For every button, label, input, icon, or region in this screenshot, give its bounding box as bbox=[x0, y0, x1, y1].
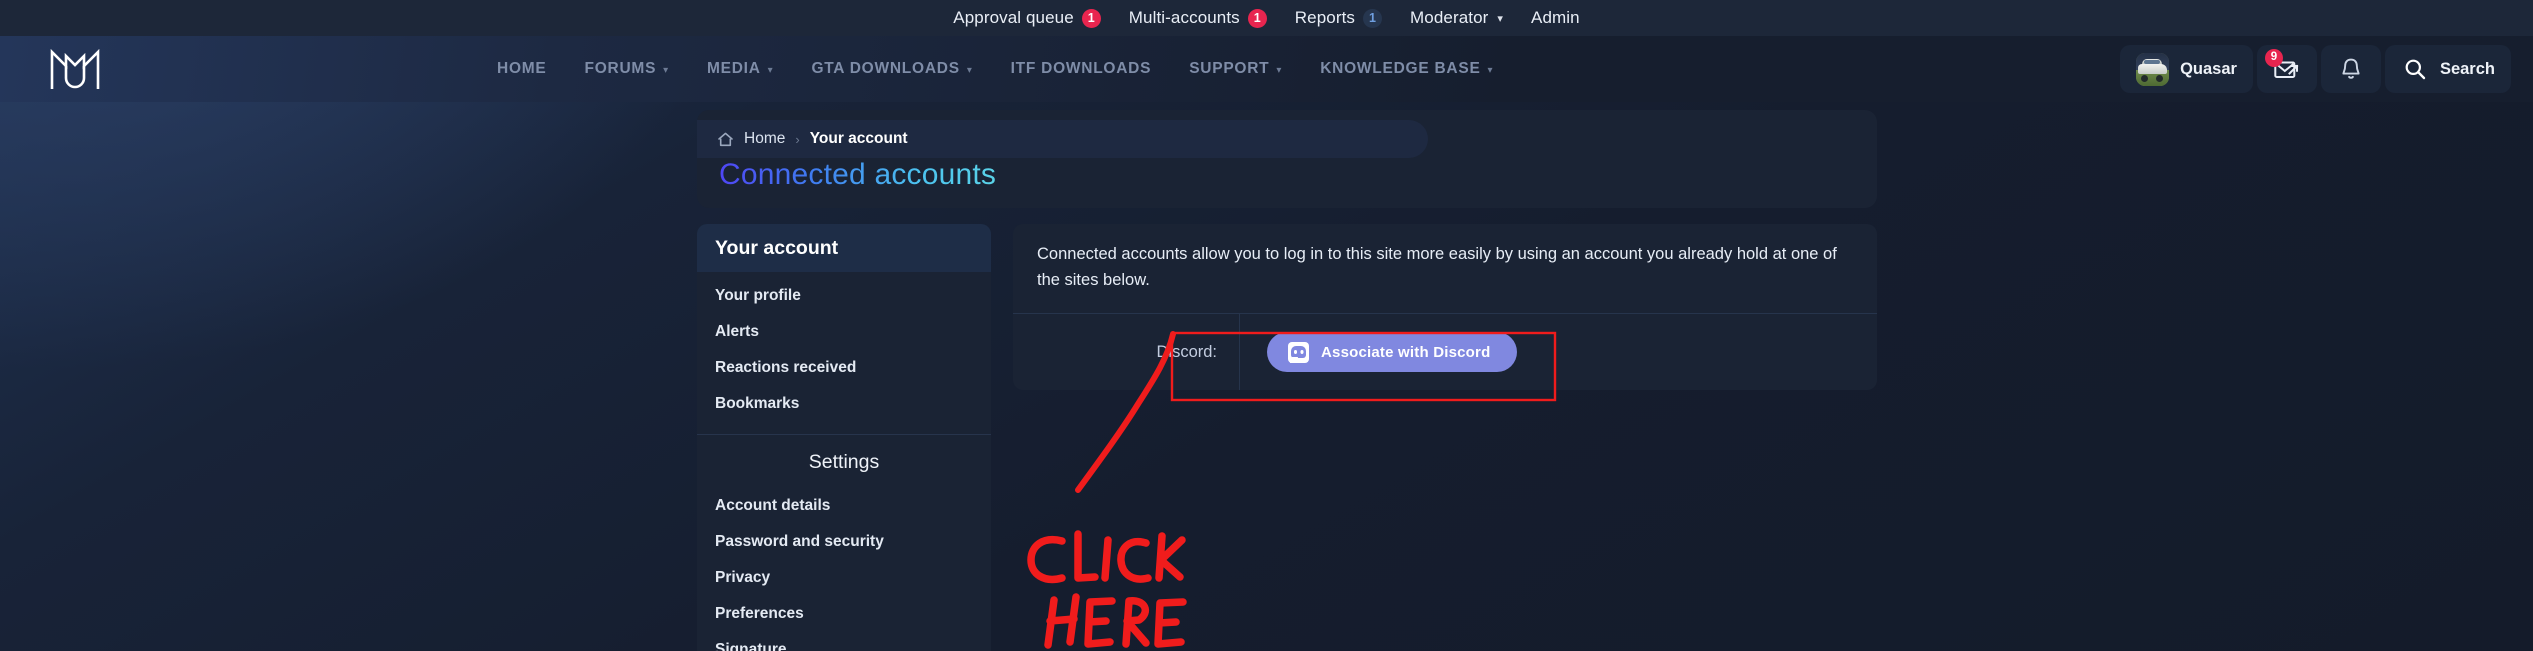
nav-item-media[interactable]: MEDIA ▾ bbox=[688, 60, 792, 78]
sidebar-item-account-details[interactable]: Account details bbox=[697, 488, 991, 524]
search-button[interactable]: Search bbox=[2384, 45, 2511, 93]
nav-item-gta-downloads[interactable]: GTA DOWNLOADS ▾ bbox=[792, 60, 991, 78]
page-root: Approval queue 1 Multi-accounts 1 Report… bbox=[0, 0, 2533, 651]
mu-monogram-icon bbox=[50, 48, 100, 89]
page-title: Connected accounts bbox=[719, 158, 997, 191]
reports-badge: 1 bbox=[1363, 8, 1383, 28]
home-icon[interactable] bbox=[717, 131, 734, 148]
chevron-down-icon: ▾ bbox=[966, 64, 973, 76]
nav-label: ITF DOWNLOADS bbox=[1010, 60, 1152, 77]
site-header: HOME FORUMS ▾ MEDIA ▾ GTA DOWNLOADS ▾ IT… bbox=[0, 36, 2533, 102]
content-columns: Your account Your profile Alerts Reactio… bbox=[697, 224, 1877, 651]
nav-item-home[interactable]: HOME bbox=[478, 60, 566, 78]
nav-item-forums[interactable]: FORUMS ▾ bbox=[566, 60, 688, 78]
topbar-label: Reports bbox=[1294, 8, 1356, 27]
sidebar-item-privacy[interactable]: Privacy bbox=[697, 560, 991, 596]
chevron-down-icon: ▾ bbox=[1276, 64, 1283, 76]
nav-label: KNOWLEDGE BASE bbox=[1320, 60, 1481, 77]
inbox-badge: 9 bbox=[2264, 49, 2283, 67]
sidebar-item-reactions-received[interactable]: Reactions received bbox=[697, 350, 991, 386]
page-header-card: Home › Your account Connected accounts bbox=[697, 110, 1877, 208]
chevron-down-icon: ▾ bbox=[663, 64, 669, 76]
moderation-topbar: Approval queue 1 Multi-accounts 1 Report… bbox=[0, 0, 2533, 36]
multi-accounts-badge: 1 bbox=[1247, 8, 1267, 28]
bell-icon bbox=[2337, 55, 2365, 83]
topbar-item-admin[interactable]: Admin bbox=[1531, 8, 1580, 28]
sidebar-section-title-settings: Settings bbox=[808, 451, 880, 473]
nav-item-knowledge-base[interactable]: KNOWLEDGE BASE ▾ bbox=[1301, 60, 1512, 78]
connected-accounts-panel: Connected accounts allow you to log in t… bbox=[1013, 224, 1877, 391]
envelope-icon: 9 bbox=[2264, 49, 2301, 83]
topbar-label: Admin bbox=[1531, 8, 1580, 27]
nav-item-support[interactable]: SUPPORT ▾ bbox=[1170, 60, 1301, 78]
topbar-label: Multi-accounts bbox=[1128, 8, 1240, 27]
panel-intro-text: Connected accounts allow you to log in t… bbox=[1037, 245, 1837, 289]
account-menu-button[interactable]: Quasar bbox=[2120, 45, 2253, 93]
breadcrumb-current: Your account bbox=[809, 130, 908, 147]
nav-label: HOME bbox=[497, 60, 547, 77]
sidebar-item-signature[interactable]: Signature bbox=[697, 632, 991, 651]
provider-label-discord: Discord: bbox=[1156, 342, 1217, 361]
site-logo[interactable] bbox=[44, 45, 106, 93]
search-label: Search bbox=[2439, 59, 2495, 78]
nav-label: MEDIA bbox=[706, 60, 761, 77]
discord-icon bbox=[1288, 341, 1309, 363]
chevron-down-icon: ▾ bbox=[1497, 12, 1504, 25]
breadcrumb: Home › Your account bbox=[697, 120, 1428, 158]
search-icon bbox=[2401, 55, 2429, 83]
inbox-button[interactable]: 9 bbox=[2256, 45, 2317, 93]
content-wrapper: Home › Your account Connected accounts Y… bbox=[697, 110, 1877, 651]
chevron-down-icon: ▾ bbox=[767, 64, 774, 76]
associate-button-label: Associate with Discord bbox=[1321, 343, 1491, 361]
topbar-label: Moderator bbox=[1410, 8, 1489, 27]
topbar-item-reports[interactable]: Reports 1 bbox=[1294, 8, 1383, 28]
sidebar-item-preferences[interactable]: Preferences bbox=[697, 596, 991, 632]
sidebar-header: Your account bbox=[697, 224, 991, 272]
account-sidebar: Your account Your profile Alerts Reactio… bbox=[697, 224, 991, 651]
sidebar-item-alerts[interactable]: Alerts bbox=[697, 314, 991, 350]
provider-action-cell: Associate with Discord bbox=[1240, 332, 1518, 373]
topbar-item-moderator[interactable]: Moderator ▾ bbox=[1410, 8, 1503, 28]
breadcrumb-separator: › bbox=[795, 131, 800, 147]
topbar-item-approval-queue[interactable]: Approval queue 1 bbox=[953, 8, 1101, 28]
nav-label: FORUMS bbox=[584, 60, 657, 77]
breadcrumb-home-link[interactable]: Home bbox=[744, 130, 785, 148]
sidebar-item-your-profile[interactable]: Your profile bbox=[697, 278, 991, 314]
sidebar-item-password-and-security[interactable]: Password and security bbox=[697, 524, 991, 560]
nav-label: SUPPORT bbox=[1189, 60, 1270, 77]
chevron-down-icon: ▾ bbox=[1487, 64, 1494, 76]
avatar bbox=[2136, 52, 2170, 86]
sidebar-item-bookmarks[interactable]: Bookmarks bbox=[697, 386, 991, 422]
username-label: Quasar bbox=[2180, 59, 2237, 78]
alerts-button[interactable] bbox=[2320, 45, 2381, 93]
topbar-item-multi-accounts[interactable]: Multi-accounts 1 bbox=[1129, 8, 1267, 28]
provider-row-discord: Discord: Associate with Discord bbox=[1013, 314, 1877, 391]
topbar-label: Approval queue bbox=[953, 8, 1074, 27]
approval-queue-badge: 1 bbox=[1081, 8, 1101, 28]
associate-with-discord-button[interactable]: Associate with Discord bbox=[1267, 332, 1518, 373]
nav-label: GTA DOWNLOADS bbox=[811, 60, 960, 77]
main-navigation: HOME FORUMS ▾ MEDIA ▾ GTA DOWNLOADS ▾ IT… bbox=[478, 60, 1512, 78]
nav-item-itf-downloads[interactable]: ITF DOWNLOADS bbox=[992, 60, 1171, 78]
header-actions: Quasar 9 Search bbox=[2120, 45, 2511, 93]
